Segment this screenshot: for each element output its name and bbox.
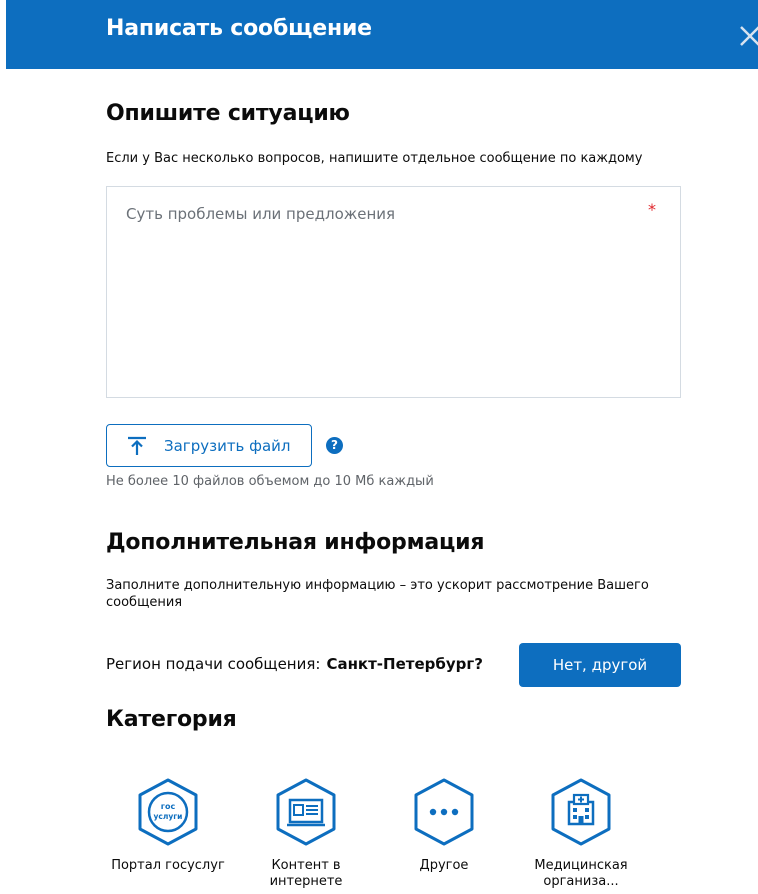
problem-textarea-box: * [106,186,681,398]
region-value: Санкт-Петербург? [326,655,483,673]
category-other[interactable]: Другое [374,776,514,874]
category-label: Портал госуслуг [111,858,225,873]
category-heading: Категория [106,707,237,732]
modal-title: Написать сообщение [106,16,372,41]
category-medical[interactable]: Медицинская организа... [511,776,651,890]
web-content-icon [276,778,336,846]
region-label: Регион подачи сообщения: [106,655,321,673]
upload-icon [128,436,146,455]
svg-text:гос: гос [161,802,176,811]
additional-info-hint: Заполните дополнительную информацию – эт… [106,578,649,610]
help-icon[interactable]: ? [326,437,343,454]
category-label: Медицинская организа... [534,858,628,889]
category-web-content[interactable]: Контент в интернете [236,776,376,890]
additional-info-heading: Дополнительная информация [106,530,485,555]
required-mark: * [648,200,656,219]
category-label: Другое [419,858,469,873]
more-icon [414,778,474,846]
problem-description-input[interactable] [107,187,680,397]
region-row: Регион подачи сообщения: Санкт-Петербург? [106,655,483,673]
svg-text:услуги: услуги [154,812,183,821]
upload-hint: Не более 10 файлов объемом до 10 Мб кажд… [106,474,434,489]
hospital-icon [551,778,611,846]
situation-heading: Опишите ситуацию [106,101,350,126]
upload-file-button[interactable]: Загрузить файл [106,424,312,467]
upload-file-label: Загрузить файл [164,437,291,455]
category-label: Контент в интернете [269,858,343,889]
category-gosuslugi[interactable]: гос услуги Портал госуслуг [98,776,238,874]
choose-other-region-button[interactable]: Нет, другой [519,643,681,687]
close-icon[interactable] [736,22,758,50]
situation-hint: Если у Вас несколько вопросов, напишите … [106,151,643,166]
gosuslugi-icon: гос услуги [138,778,198,846]
modal-header: Написать сообщение [6,0,758,69]
